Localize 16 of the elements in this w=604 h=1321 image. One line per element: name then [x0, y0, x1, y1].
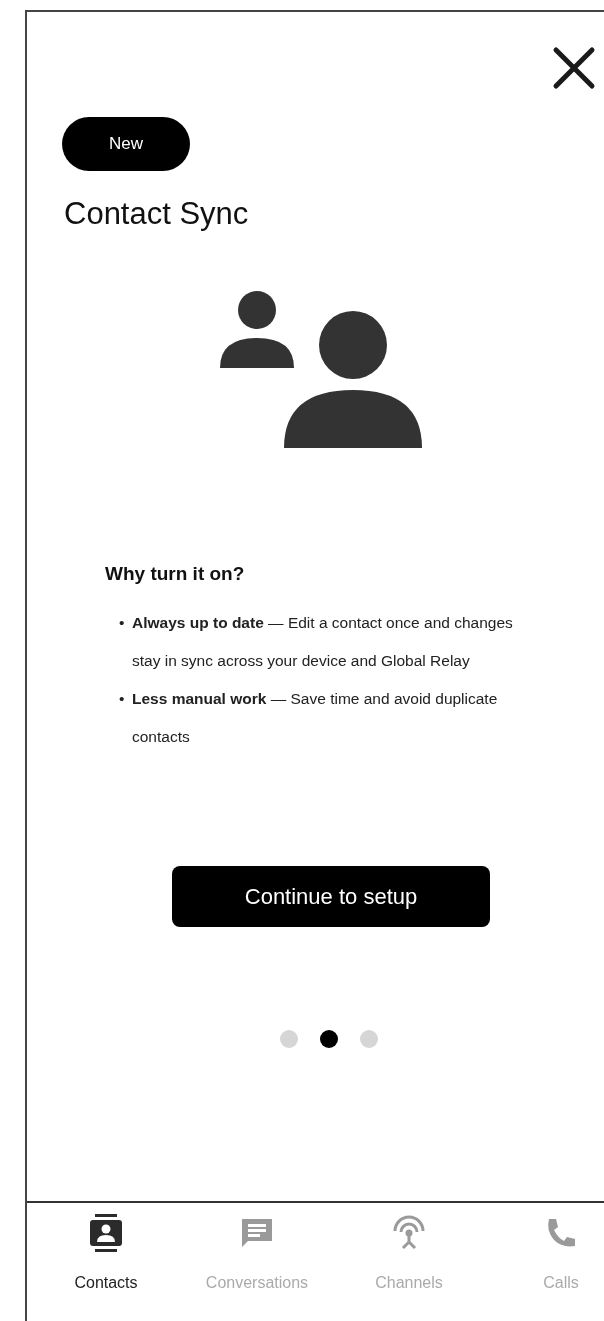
page-dot[interactable] — [280, 1030, 298, 1048]
nav-tab[interactable]: Channels — [375, 1213, 443, 1321]
continue-button[interactable]: Continue to setup — [172, 866, 490, 927]
bullet-text: Less manual work — Save time and avoid duplicate contacts — [132, 689, 499, 747]
page-dot[interactable] — [360, 1030, 378, 1048]
dialog-title: Contact Sync — [64, 195, 250, 233]
nav-tab[interactable]: Conversations — [205, 1213, 309, 1321]
bullet-marker: • — [119, 613, 126, 633]
nav-tab[interactable]: Contacts — [74, 1213, 138, 1321]
bullet-marker: • — [119, 689, 126, 709]
section-heading: Why turn it on? — [105, 561, 246, 586]
nav-tab[interactable]: Calls — [543, 1213, 579, 1321]
bullet-text: Always up to date — Edit a contact once and changes stay in sync across your device and Global Relay — [132, 613, 514, 671]
page-dot[interactable] — [320, 1030, 338, 1048]
contact-card-icon — [89, 1213, 123, 1253]
new-badge: New — [62, 117, 190, 171]
